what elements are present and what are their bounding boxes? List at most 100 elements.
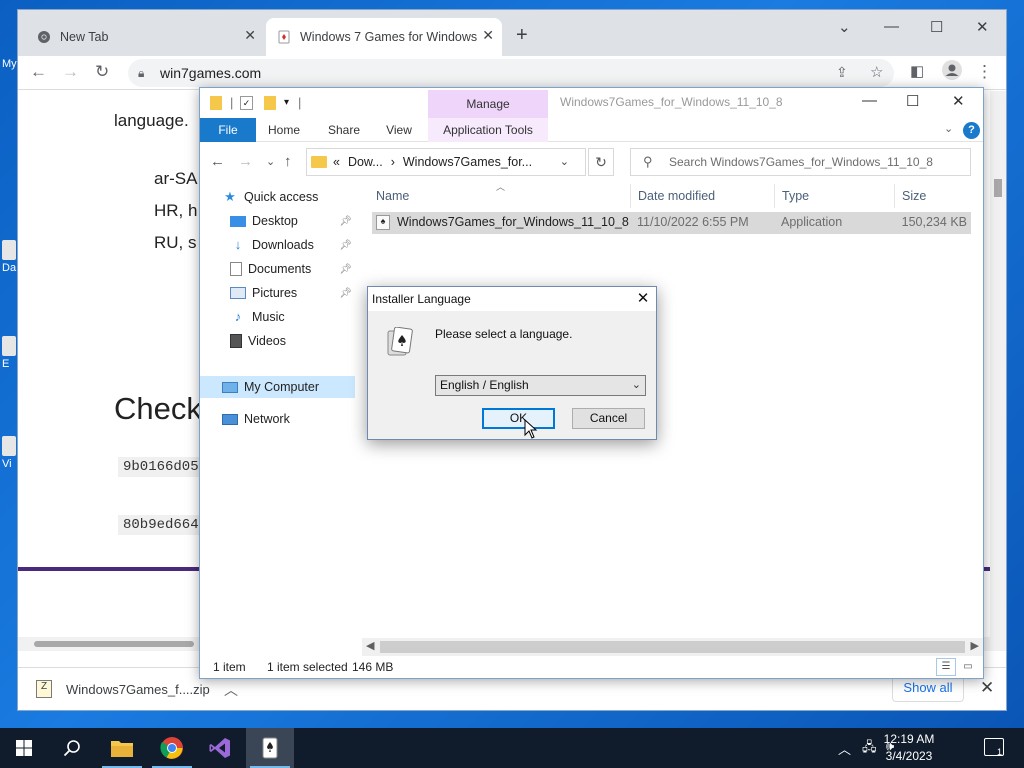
- minimize-icon[interactable]: —: [884, 18, 899, 35]
- manage-contextual-tab[interactable]: Manage: [428, 90, 548, 118]
- scroll-right-icon[interactable]: ▶: [971, 639, 979, 652]
- nav-network[interactable]: Network: [222, 408, 356, 430]
- column-date-modified[interactable]: Date modified: [638, 189, 715, 203]
- properties-icon[interactable]: ✓: [240, 96, 253, 110]
- desktop-icon-vi[interactable]: Vi: [2, 436, 18, 470]
- nav-videos[interactable]: Videos: [230, 330, 356, 352]
- forward-icon[interactable]: →: [238, 153, 253, 170]
- help-icon[interactable]: ?: [963, 122, 980, 139]
- tab-home[interactable]: Home: [262, 118, 306, 142]
- column-name[interactable]: Name: [376, 189, 409, 203]
- forward-icon[interactable]: →: [62, 62, 79, 82]
- cancel-button[interactable]: Cancel: [572, 408, 645, 429]
- notification-center-icon[interactable]: 1: [984, 738, 1004, 757]
- share-icon[interactable]: ⇪: [836, 64, 848, 81]
- clock-time: 12:19 AM: [883, 732, 935, 746]
- breadcrumb-overflow[interactable]: «: [333, 155, 340, 169]
- search-icon: ⚲: [643, 154, 653, 169]
- file-row[interactable]: ♠ Windows7Games_for_Windows_11_10_8 11/1…: [372, 212, 971, 234]
- file-type: Application: [781, 215, 843, 229]
- breadcrumb-current[interactable]: Windows7Games_for...: [403, 155, 532, 169]
- page-vertical-scrollbar[interactable]: [990, 91, 1006, 651]
- column-separator[interactable]: [630, 184, 631, 208]
- page-text: HR, h: [154, 201, 198, 220]
- nav-documents[interactable]: Documents 📌︎: [230, 258, 356, 280]
- column-separator[interactable]: [774, 184, 775, 208]
- tab-view[interactable]: View: [380, 118, 418, 142]
- chevron-up-icon[interactable]: ︿: [224, 680, 238, 700]
- tab-new-tab[interactable]: New Tab ✕: [26, 18, 264, 56]
- close-tab-icon[interactable]: ✕: [244, 27, 256, 44]
- refresh-icon[interactable]: ↻: [588, 148, 614, 176]
- column-type[interactable]: Type: [782, 189, 809, 203]
- new-tab-button[interactable]: +: [516, 24, 528, 47]
- nav-music[interactable]: ♪ Music: [230, 306, 356, 328]
- maximize-icon[interactable]: ☐: [906, 92, 919, 110]
- reload-icon[interactable]: ↻: [95, 62, 109, 82]
- address-bar[interactable]: « Dow... › Windows7Games_for... ⌄: [306, 148, 586, 176]
- nav-my-computer[interactable]: My Computer: [200, 376, 355, 398]
- tab-share[interactable]: Share: [322, 118, 366, 142]
- breadcrumb-downloads[interactable]: Dow...: [348, 155, 383, 169]
- column-headers: ︿ Name Date modified Type Size: [370, 182, 973, 208]
- column-size[interactable]: Size: [902, 189, 926, 203]
- download-filename: Windows7Games_f....zip: [66, 681, 210, 697]
- search-input[interactable]: ⚲ Search Windows7Games_for_Windows_11_10…: [630, 148, 971, 176]
- scroll-left-icon[interactable]: ◀: [366, 639, 374, 652]
- address-bar[interactable]: 🔒︎ win7games.com ⇪ ☆: [128, 59, 894, 87]
- navigation-bar: ← → ⌄ ↑ « Dow... › Windows7Games_for... …: [200, 144, 983, 180]
- taskbar-installer[interactable]: [246, 728, 294, 768]
- clock[interactable]: 12:19 AM 3/4/2023: [872, 731, 946, 765]
- scrollbar-thumb[interactable]: [34, 641, 194, 647]
- up-icon[interactable]: ↑: [284, 153, 292, 170]
- details-view-icon[interactable]: ☰: [936, 658, 956, 676]
- customize-quick-access-icon[interactable]: ▾: [284, 97, 289, 108]
- taskbar-chrome[interactable]: [148, 728, 196, 768]
- nav-desktop[interactable]: Desktop 📌︎: [230, 210, 356, 232]
- show-hidden-icons-icon[interactable]: ︿: [838, 739, 851, 758]
- column-separator[interactable]: [894, 184, 895, 208]
- ok-button[interactable]: OK: [482, 408, 555, 429]
- profile-avatar-icon[interactable]: [942, 60, 962, 85]
- tab-file[interactable]: File: [200, 118, 256, 142]
- tab-application-tools[interactable]: Application Tools: [428, 118, 548, 142]
- nav-quick-access[interactable]: ★ Quick access: [222, 186, 356, 208]
- large-icons-view-icon[interactable]: ▭: [958, 658, 978, 676]
- close-tab-icon[interactable]: ✕: [482, 27, 494, 44]
- nav-pictures[interactable]: Pictures 📌︎: [230, 282, 356, 304]
- minimize-icon[interactable]: —: [862, 92, 877, 109]
- file-icon: [2, 436, 16, 456]
- tab-search-icon[interactable]: ⌄: [838, 18, 851, 36]
- window-title: Windows7Games_for_Windows_11_10_8: [560, 95, 783, 109]
- computer-icon: [222, 381, 238, 393]
- expand-ribbon-icon[interactable]: ⌄: [944, 122, 953, 135]
- maximize-icon[interactable]: ☐: [930, 18, 943, 36]
- new-folder-icon[interactable]: [264, 96, 276, 110]
- start-button[interactable]: [0, 728, 48, 768]
- scrollbar-thumb[interactable]: [994, 179, 1002, 197]
- desktop-icon-my-computer[interactable]: My: [2, 58, 18, 70]
- bookmark-star-icon[interactable]: ☆: [870, 63, 883, 81]
- close-icon[interactable]: ✕: [630, 287, 656, 311]
- file-list-horizontal-scrollbar[interactable]: ◀ ▶: [362, 638, 983, 656]
- back-icon[interactable]: ←: [30, 62, 47, 82]
- search-button[interactable]: [48, 728, 96, 768]
- desktop-icon-data[interactable]: Da: [2, 240, 18, 274]
- tab-win7games[interactable]: Windows 7 Games for Windows ✕: [266, 18, 502, 56]
- scrollbar-thumb[interactable]: [380, 641, 965, 653]
- taskbar-file-explorer[interactable]: [98, 728, 146, 768]
- close-window-icon[interactable]: ✕: [976, 18, 989, 36]
- side-panel-icon[interactable]: ◧: [910, 62, 924, 80]
- nav-downloads[interactable]: ↓ Downloads 📌︎: [230, 234, 356, 256]
- chevron-down-icon[interactable]: ⌄: [560, 155, 569, 168]
- back-icon[interactable]: ←: [210, 153, 225, 170]
- language-select[interactable]: English / English ⌄: [435, 375, 646, 396]
- recent-locations-icon[interactable]: ⌄: [266, 155, 275, 168]
- close-window-icon[interactable]: ✕: [952, 92, 965, 110]
- menu-kebab-icon[interactable]: ⋮: [976, 62, 993, 82]
- tab-label: Windows 7 Games for Windows: [300, 30, 478, 44]
- close-download-bar-icon[interactable]: ✕: [980, 678, 994, 698]
- desktop-icon-e[interactable]: E: [2, 336, 18, 370]
- download-item[interactable]: Z Windows7Games_f....zip: [36, 680, 210, 698]
- taskbar-visual-studio[interactable]: [196, 728, 244, 768]
